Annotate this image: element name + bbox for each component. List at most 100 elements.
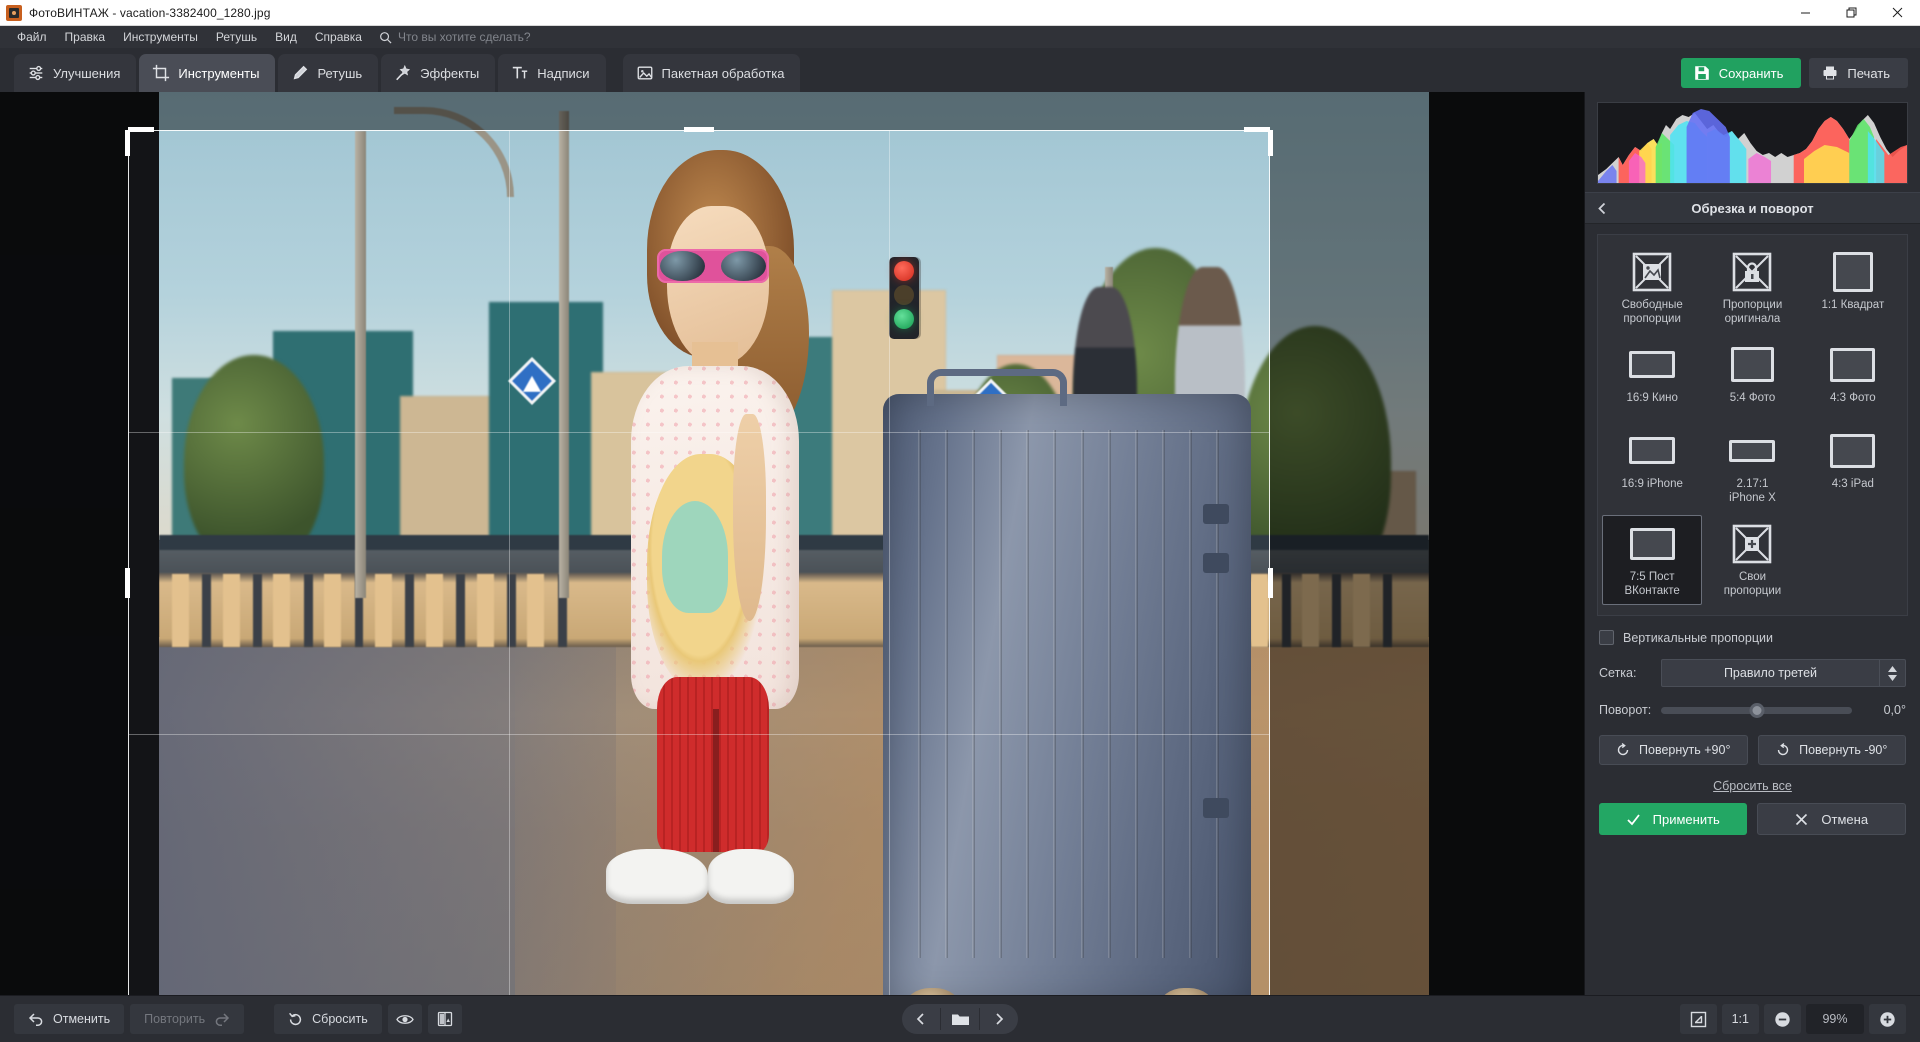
crop-handle-top-left[interactable]	[128, 127, 154, 132]
tab-retouch[interactable]: Ретушь	[278, 54, 379, 92]
menu-item-help[interactable]: Справка	[306, 27, 371, 47]
rotate-plus-90-button[interactable]: Повернуть +90°	[1599, 735, 1748, 766]
text-icon	[513, 66, 528, 79]
application-window: ФотоВИНТАЖ - vacation-3382400_1280.jpg Ф…	[0, 0, 1920, 1042]
ratio-5-4-photo[interactable]: 5:4 Фото	[1702, 336, 1802, 420]
next-image-button[interactable]	[980, 1004, 1018, 1034]
ratio-free-proportions[interactable]: Свободные пропорции	[1602, 243, 1702, 334]
zoom-value[interactable]: 99%	[1806, 1004, 1864, 1034]
crop-handle-middle-left[interactable]	[125, 568, 130, 598]
reset-label: Сбросить	[312, 1012, 368, 1026]
cancel-button[interactable]: Отмена	[1756, 803, 1906, 836]
apply-button-label: Применить	[1652, 811, 1720, 827]
sliders-icon	[29, 65, 43, 81]
grid-select-value: Правило третей	[1723, 666, 1818, 681]
tab-label: Инструменты	[178, 65, 260, 81]
menu-item-tools[interactable]: Инструменты	[114, 27, 207, 47]
ratio-label: Пропорции оригинала	[1722, 299, 1783, 326]
status-bar-left: Отменить Повторить Сбросить	[14, 1004, 462, 1034]
ratio-4-3-photo[interactable]: 4:3 Фото	[1803, 336, 1903, 420]
menu-search[interactable]: Что вы хотите сделать?	[379, 30, 531, 44]
rotate-minus-90-button[interactable]: Повернуть -90°	[1757, 735, 1906, 766]
histogram-plot	[1598, 103, 1907, 183]
ratio-custom-proportions[interactable]: Свои пропорции	[1702, 515, 1802, 606]
ratio-4-3-ipad[interactable]: 4:3 iPad	[1803, 422, 1903, 513]
plus-circle-icon	[1880, 1011, 1895, 1027]
minimize-button[interactable]	[1782, 0, 1828, 26]
tab-label: Пакетная обработка	[661, 65, 785, 81]
vertical-proportions-row[interactable]: Вертикальные пропорции	[1599, 630, 1906, 646]
fit-to-screen-button[interactable]	[1679, 1004, 1717, 1034]
ratio-label: 16:9 Кино	[1626, 391, 1678, 404]
menu-item-view[interactable]: Вид	[266, 27, 306, 47]
ratio-16-9-cinema[interactable]: 16:9 Кино	[1602, 336, 1702, 420]
folder-icon	[951, 1014, 969, 1025]
ratio-1-1-square[interactable]: 1:1 Квадрат	[1803, 243, 1903, 334]
photo-girl	[591, 150, 845, 948]
grid-select-stepper[interactable]	[1879, 660, 1905, 687]
chevron-down-icon	[1888, 674, 1897, 681]
close-button[interactable]	[1874, 0, 1920, 26]
zoom-1-to-1-button[interactable]: 1:1	[1721, 1004, 1759, 1034]
reset-button[interactable]: Сбросить	[274, 1004, 382, 1034]
floppy-icon	[1694, 66, 1709, 80]
vertical-proportions-label: Вертикальные пропорции	[1623, 630, 1773, 645]
window-title: ФотоВИНТАЖ - vacation-3382400_1280.jpg	[29, 5, 271, 20]
chevron-left-icon	[916, 1013, 924, 1025]
rotate-row: Поворот: 0,0°	[1599, 701, 1906, 719]
photo-pole	[559, 111, 570, 598]
chevron-right-icon	[996, 1013, 1004, 1025]
redo-label: Повторить	[144, 1012, 206, 1026]
photo-sunglasses	[656, 248, 769, 283]
reset-all-link[interactable]: Сбросить все	[1585, 779, 1920, 793]
ratio-label: 2.17:1 iPhone X	[1729, 477, 1776, 505]
zoom-out-button[interactable]	[1764, 1004, 1801, 1034]
ratio-2171-iphone-x[interactable]: 2.17:1 iPhone X	[1702, 422, 1802, 513]
tab-batch-processing[interactable]: Пакетная обработка	[622, 54, 801, 92]
free-proportions-icon	[1632, 252, 1672, 292]
save-button[interactable]: Сохранить	[1680, 58, 1802, 88]
close-icon	[1796, 813, 1808, 825]
ratio-16-9-iphone[interactable]: 16:9 iPhone	[1602, 422, 1702, 513]
right-panel: Обрезка и поворот Свободные пропорции Пр…	[1584, 92, 1920, 995]
tab-effects[interactable]: Эффекты	[381, 54, 496, 92]
rotate-slider-thumb[interactable]	[1749, 702, 1764, 718]
cancel-button-label: Отмена	[1821, 811, 1869, 827]
maximize-button[interactable]	[1828, 0, 1874, 26]
menu-search-placeholder: Что вы хотите сделать?	[397, 30, 531, 44]
save-button-label: Сохранить	[1718, 65, 1784, 81]
fit-screen-icon	[1690, 1011, 1706, 1027]
ratio-7-5-vk-post[interactable]: 7:5 Пост ВКонтакте	[1602, 514, 1703, 606]
toolbar-actions: Сохранить Печать	[1680, 58, 1908, 92]
print-button[interactable]: Печать	[1809, 58, 1908, 88]
tab-strip: Улучшения Инструменты Ретушь Эффекты Над…	[14, 54, 801, 92]
preview-button[interactable]	[387, 1004, 422, 1034]
tab-captions[interactable]: Надписи	[498, 54, 606, 92]
panel-header: Обрезка и поворот	[1585, 192, 1920, 224]
undo-button[interactable]: Отменить	[14, 1004, 125, 1034]
photo-suitcase	[882, 369, 1252, 995]
undo-label: Отменить	[53, 1012, 111, 1026]
tab-tools[interactable]: Инструменты	[139, 54, 276, 92]
vertical-proportions-checkbox[interactable]	[1599, 630, 1614, 646]
grid-select[interactable]: Правило третей	[1661, 659, 1906, 688]
apply-button[interactable]: Применить	[1599, 803, 1747, 836]
previous-image-button[interactable]	[902, 1004, 940, 1034]
panel-back-button[interactable]	[1585, 192, 1619, 224]
tab-label: Эффекты	[420, 65, 480, 81]
menu-item-edit[interactable]: Правка	[56, 27, 115, 47]
menu-item-file[interactable]: Файл	[8, 27, 56, 47]
compare-button[interactable]	[427, 1004, 462, 1034]
zoom-in-button[interactable]	[1869, 1004, 1906, 1034]
redo-button[interactable]: Повторить	[130, 1004, 245, 1034]
rotate-slider[interactable]	[1661, 701, 1852, 719]
image-canvas[interactable]	[0, 92, 1584, 995]
ratio-original-proportions[interactable]: Пропорции оригинала	[1702, 243, 1802, 334]
workspace: Обрезка и поворот Свободные пропорции Пр…	[0, 92, 1920, 995]
ratio-label: 16:9 iPhone	[1621, 477, 1683, 490]
crop-handle-top-left-v[interactable]	[125, 130, 130, 156]
tab-label: Улучшения	[53, 65, 121, 81]
menu-item-retouch[interactable]: Ретушь	[207, 27, 266, 47]
tab-enhancements[interactable]: Улучшения	[14, 54, 137, 92]
open-folder-button[interactable]	[941, 1004, 979, 1034]
